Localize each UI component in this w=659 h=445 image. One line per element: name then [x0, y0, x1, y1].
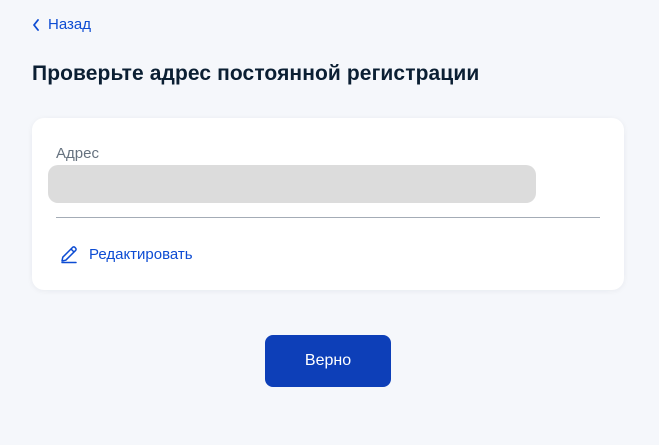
edit-address-label: Редактировать [89, 245, 193, 263]
confirm-button[interactable]: Верно [265, 335, 391, 387]
address-value [48, 165, 536, 203]
address-card: Адрес Редактировать [32, 118, 624, 290]
back-link[interactable]: Назад [32, 16, 91, 33]
edit-address-link[interactable]: Редактировать [59, 244, 193, 264]
back-link-label: Назад [48, 16, 91, 33]
page-title: Проверьте адрес постоянной регистрации [32, 62, 480, 85]
pencil-icon [61, 246, 77, 264]
chevron-left-icon [33, 18, 39, 31]
divider [56, 217, 600, 218]
address-label: Адрес [56, 145, 99, 162]
